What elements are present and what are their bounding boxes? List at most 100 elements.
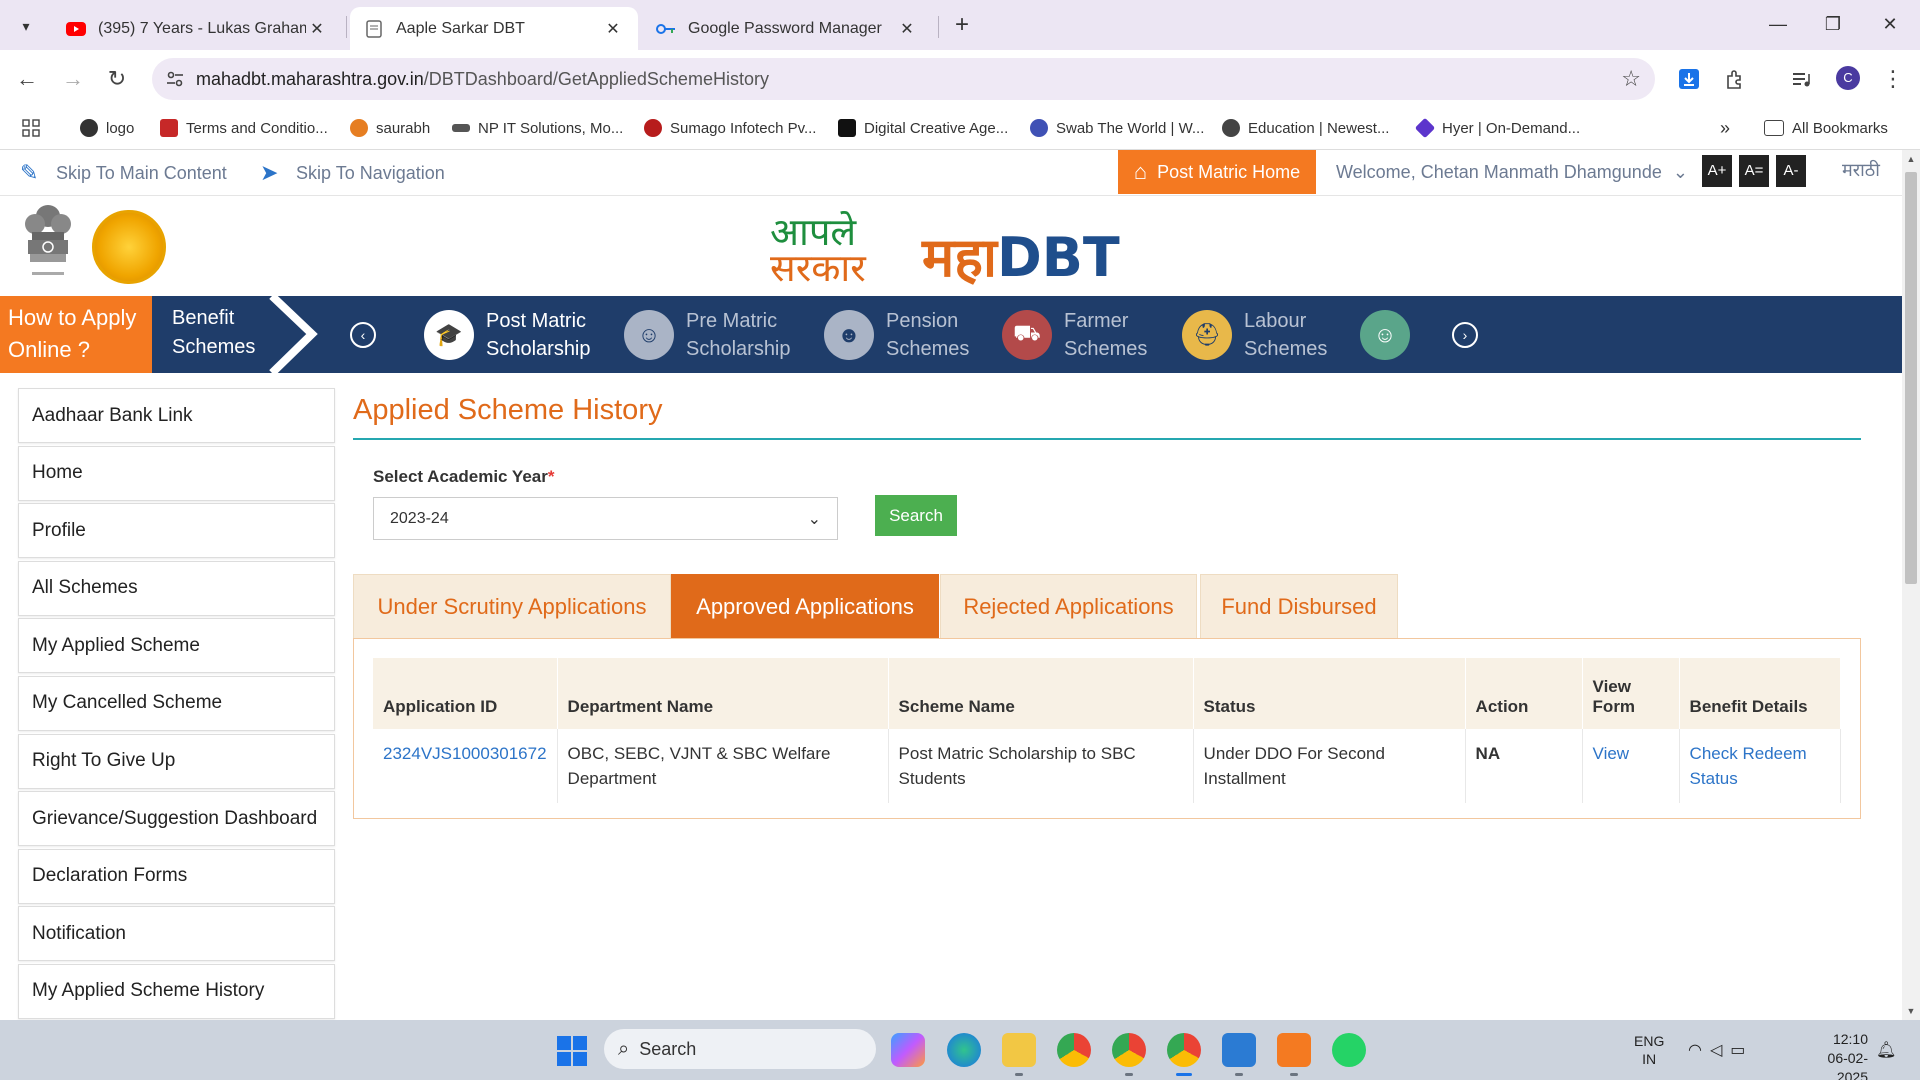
nav-post-matric-scholarship[interactable]: 🎓 Post Matric Scholarship [424, 296, 596, 373]
browser-tab-youtube[interactable]: (395) 7 Years - Lukas Graham [L ✕ [52, 7, 342, 50]
browser-tab-aaple-sarkar[interactable]: Aaple Sarkar DBT ✕ [350, 7, 638, 50]
tab-rejected[interactable]: Rejected Applications [940, 574, 1197, 639]
carousel-prev-icon[interactable]: ‹ [350, 322, 376, 348]
font-decrease-button[interactable]: A- [1776, 155, 1806, 187]
nav-pension-schemes[interactable]: ☻ Pension Schemes [824, 296, 976, 373]
profile-avatar[interactable]: C [1836, 66, 1860, 90]
edge-icon[interactable] [947, 1033, 981, 1067]
view-form-link[interactable]: View [1582, 729, 1680, 803]
tab-under-scrutiny[interactable]: Under Scrutiny Applications [353, 574, 671, 639]
sidebar-item-all-schemes[interactable]: All Schemes [18, 560, 335, 616]
reload-icon[interactable]: ↻ [102, 64, 132, 94]
skip-nav-link[interactable]: ➤ Skip To Navigation [260, 160, 445, 186]
restore-icon[interactable]: ❐ [1813, 10, 1853, 38]
browser-menu-icon[interactable]: ⋮ [1878, 64, 1908, 94]
vscode-icon[interactable] [1222, 1033, 1256, 1076]
notification-bell-icon[interactable]: 🔔︎ [1876, 1040, 1896, 1060]
bookmark-item[interactable]: saurabh [350, 117, 430, 139]
how-to-apply-online-link[interactable]: How to Apply Online ? [0, 296, 152, 373]
nav-labour-schemes[interactable]: ⛑ Labour Schemes [1182, 296, 1334, 373]
tab-search-chevron-icon[interactable]: ▾ [10, 10, 42, 42]
application-id-link[interactable]: 2324VJS1000301672 [373, 729, 558, 803]
sidebar-item-my-cancelled-scheme[interactable]: My Cancelled Scheme [18, 675, 335, 731]
sidebar-item-home[interactable]: Home [18, 445, 335, 501]
sidebar-item-right-to-give-up[interactable]: Right To Give Up [18, 733, 335, 789]
sidebar-item-notification[interactable]: Notification [18, 906, 335, 962]
sidebar-item-applied-scheme-history[interactable]: My Applied Scheme History [18, 963, 335, 1019]
sidebar-item-profile[interactable]: Profile [18, 503, 335, 559]
sidebar-item-my-applied-scheme[interactable]: My Applied Scheme [18, 618, 335, 674]
tab-title: Aaple Sarkar DBT [396, 19, 525, 37]
minimize-icon[interactable]: — [1758, 10, 1798, 38]
close-tab-icon[interactable]: ✕ [896, 19, 918, 39]
tab-title: Google Password Manager [688, 19, 882, 37]
academic-year-select[interactable]: 2023-24 ⌄ [373, 497, 838, 540]
bookmark-item[interactable]: logo [80, 117, 134, 139]
taskbar-search[interactable]: ⌕ Search [604, 1029, 876, 1069]
language-toggle[interactable]: मराठी [1842, 158, 1880, 182]
more-bookmarks-chevron-icon[interactable]: » [1720, 117, 1730, 139]
back-arrow-icon[interactable]: ← [12, 64, 42, 94]
scroll-up-arrow-icon[interactable]: ▲ [1902, 150, 1920, 168]
volume-icon: ◁ [1709, 1042, 1731, 1059]
close-tab-icon[interactable]: ✕ [306, 19, 328, 39]
person-icon: ☺ [1360, 309, 1410, 360]
system-tray[interactable]: ◠◁▭ [1688, 1040, 1753, 1060]
chrome-icon[interactable] [1057, 1033, 1091, 1067]
file-explorer-icon[interactable] [1002, 1033, 1036, 1076]
nav-pre-matric-scholarship[interactable]: ☺ Pre Matric Scholarship [624, 296, 796, 373]
check-redeem-status-link[interactable]: Check Redeem Status [1679, 729, 1842, 803]
font-reset-button[interactable]: A= [1739, 155, 1769, 187]
sidebar-item-aadhaar-bank-link[interactable]: Aadhaar Bank Link [18, 388, 335, 443]
browser-tab-password-manager[interactable]: Google Password Manager ✕ [642, 7, 932, 50]
bookmark-item[interactable]: Sumago Infotech Pv... [644, 117, 816, 139]
xampp-icon[interactable] [1277, 1033, 1311, 1076]
bookmark-item[interactable]: NP IT Solutions, Mo... [452, 117, 623, 139]
nav-more-scheme[interactable]: ☺ [1360, 296, 1422, 373]
close-tab-icon[interactable]: ✕ [602, 19, 624, 39]
url-host: mahadbt.maharashtra.gov.in [196, 69, 424, 89]
tab-approved[interactable]: Approved Applications [671, 574, 939, 639]
language-indicator[interactable]: ENG IN [1634, 1032, 1664, 1068]
bookmark-star-icon[interactable]: ☆ [1621, 66, 1641, 92]
sidebar-item-grievance-dashboard[interactable]: Grievance/Suggestion Dashboard [18, 791, 335, 847]
nav-farmer-schemes[interactable]: ⛟ Farmer Schemes [1002, 296, 1154, 373]
tab-fund-disbursed[interactable]: Fund Disbursed [1200, 574, 1398, 639]
search-button[interactable]: Search [875, 495, 957, 536]
scroll-down-arrow-icon[interactable]: ▼ [1902, 1002, 1920, 1020]
page-scrollbar[interactable]: ▲ ▼ [1902, 150, 1920, 1020]
new-tab-plus-icon[interactable]: + [948, 12, 976, 40]
academic-year-label-text: Select Academic Year [373, 467, 548, 486]
address-bar[interactable]: mahadbt.maharashtra.gov.in/DBTDashboard/… [152, 58, 1655, 100]
skip-main-link[interactable]: ✎ Skip To Main Content [20, 160, 227, 186]
whatsapp-icon[interactable] [1332, 1033, 1366, 1067]
chrome-profile-c-icon[interactable] [1167, 1033, 1201, 1076]
apps-grid-icon[interactable] [22, 117, 40, 139]
bookmark-item[interactable]: Education | Newest... [1222, 117, 1389, 139]
media-controls-icon[interactable] [1788, 66, 1814, 92]
windows-start-icon[interactable] [557, 1036, 587, 1066]
copilot-icon[interactable] [891, 1033, 925, 1067]
site-info-icon[interactable] [164, 68, 186, 90]
elderly-icon: ☻ [824, 309, 874, 360]
logo-text-line1: आपले [770, 210, 857, 254]
extensions-icon[interactable] [1722, 66, 1748, 92]
all-bookmarks[interactable]: All Bookmarks [1764, 117, 1888, 139]
scrollbar-thumb[interactable] [1905, 172, 1917, 584]
bookmarks-bar: logo Terms and Conditio... saurabh NP IT… [0, 107, 1920, 150]
post-matric-home-button[interactable]: ⌂ Post Matric Home [1118, 150, 1316, 194]
bookmark-item[interactable]: Hyer | On-Demand... [1414, 117, 1580, 139]
welcome-user-menu[interactable]: Welcome, Chetan Manmath Dhamgunde ⌄ [1336, 162, 1688, 183]
download-icon[interactable] [1676, 66, 1702, 92]
bookmark-item[interactable]: Swab The World | W... [1030, 117, 1204, 139]
nav-label: Post Matric Scholarship [486, 309, 591, 360]
forward-arrow-icon[interactable]: → [58, 64, 88, 94]
sidebar-item-declaration-forms[interactable]: Declaration Forms [18, 848, 335, 904]
bookmark-item[interactable]: Terms and Conditio... [160, 117, 328, 139]
chrome-profile-a-icon[interactable] [1112, 1033, 1146, 1076]
carousel-next-icon[interactable]: › [1452, 322, 1478, 348]
font-increase-button[interactable]: A+ [1702, 155, 1732, 187]
close-window-icon[interactable]: ✕ [1870, 10, 1910, 38]
bookmark-item[interactable]: Digital Creative Age... [838, 117, 1008, 139]
taskbar-clock[interactable]: 12:10 06-02-2025 [1818, 1030, 1868, 1080]
